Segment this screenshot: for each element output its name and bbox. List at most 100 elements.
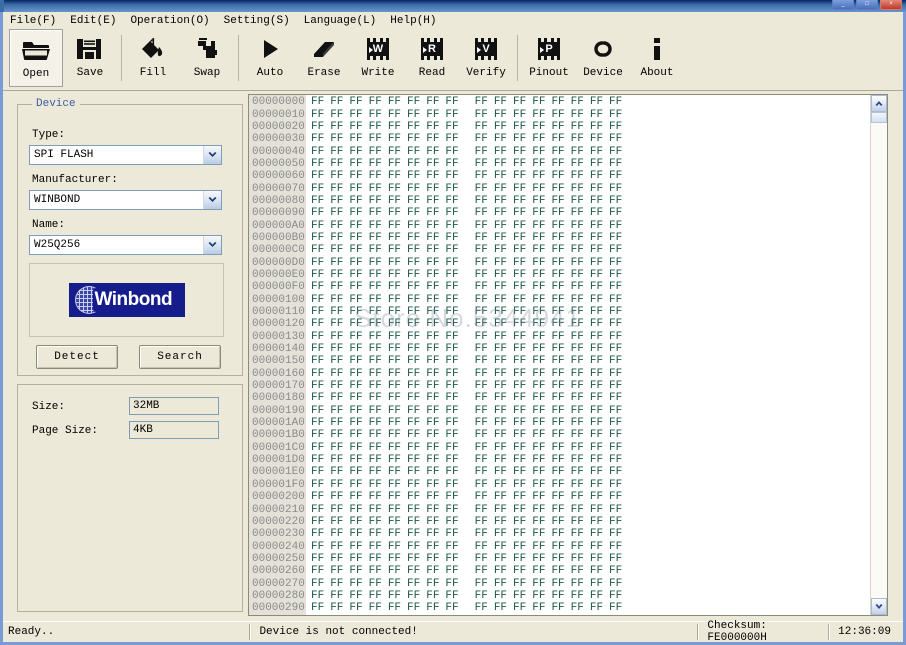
hex-byte[interactable]: FF bbox=[369, 442, 388, 454]
hex-byte[interactable]: FF bbox=[426, 602, 445, 614]
hex-byte[interactable]: FF bbox=[532, 541, 551, 553]
hex-byte[interactable]: FF bbox=[571, 109, 590, 121]
hex-byte[interactable]: FF bbox=[551, 602, 570, 614]
hex-byte[interactable]: FF bbox=[609, 355, 628, 367]
toolbar-button-pinout[interactable]: P Pinout bbox=[522, 29, 576, 87]
hex-byte[interactable]: FF bbox=[590, 183, 609, 195]
hex-byte[interactable]: FF bbox=[475, 207, 494, 219]
hex-byte[interactable]: FF bbox=[445, 294, 464, 306]
hex-byte[interactable]: FF bbox=[349, 355, 368, 367]
hex-byte[interactable]: FF bbox=[311, 590, 330, 602]
hex-byte[interactable]: FF bbox=[330, 257, 349, 269]
hex-byte[interactable]: FF bbox=[311, 392, 330, 404]
hex-byte[interactable]: FF bbox=[532, 405, 551, 417]
hex-byte[interactable]: FF bbox=[571, 158, 590, 170]
hex-byte[interactable]: FF bbox=[609, 244, 628, 256]
hex-byte[interactable]: FF bbox=[311, 578, 330, 590]
hex-byte[interactable]: FF bbox=[494, 479, 513, 491]
hex-byte[interactable]: FF bbox=[349, 541, 368, 553]
hex-byte[interactable]: FF bbox=[388, 602, 407, 614]
hex-row[interactable]: 000000E0 FF FF FF FF FF FF FF FF FF FF FF FF FF FF FF FF bbox=[249, 269, 870, 281]
hex-byte[interactable]: FF bbox=[445, 257, 464, 269]
hex-byte[interactable]: FF bbox=[513, 343, 532, 355]
hex-byte[interactable]: FF bbox=[475, 479, 494, 491]
hex-byte[interactable]: FF bbox=[388, 466, 407, 478]
hex-row[interactable]: 00000070 FF FF FF FF FF FF FF FF FF FF FF FF FF FF FF FF bbox=[249, 182, 870, 195]
hex-byte[interactable]: FF bbox=[426, 207, 445, 219]
hex-byte[interactable]: FF bbox=[407, 257, 426, 269]
hex-byte[interactable]: FF bbox=[407, 578, 426, 590]
hex-byte[interactable]: FF bbox=[445, 368, 464, 380]
hex-byte[interactable]: FF bbox=[475, 232, 494, 244]
hex-byte[interactable]: FF bbox=[445, 331, 464, 343]
hex-row[interactable]: 000000B0 FF FF FF FF FF FF FF FF FF FF FF FF FF FF FF FF bbox=[249, 232, 870, 244]
hex-byte[interactable]: FF bbox=[330, 553, 349, 565]
hex-byte[interactable]: FF bbox=[311, 232, 330, 244]
hex-byte[interactable]: FF bbox=[475, 195, 494, 207]
hex-byte[interactable]: FF bbox=[330, 195, 349, 207]
toolbar-button-swap[interactable]: Swap bbox=[180, 29, 234, 87]
hex-byte[interactable]: FF bbox=[494, 504, 513, 516]
hex-byte[interactable]: FF bbox=[571, 244, 590, 256]
hex-byte[interactable]: FF bbox=[532, 417, 551, 429]
hex-byte[interactable]: FF bbox=[571, 442, 590, 454]
toolbar-button-device[interactable]: Device bbox=[576, 29, 630, 87]
hex-byte[interactable]: FF bbox=[609, 429, 628, 441]
hex-row[interactable]: 00000080 FF FF FF FF FF FF FF FF FF FF FF FF FF FF FF FF bbox=[249, 195, 870, 207]
hex-byte[interactable]: FF bbox=[590, 491, 609, 503]
hex-byte[interactable]: FF bbox=[494, 590, 513, 602]
hex-byte[interactable]: FF bbox=[609, 491, 628, 503]
hex-byte[interactable]: FF bbox=[571, 516, 590, 528]
chevron-down-icon[interactable] bbox=[203, 146, 221, 164]
hex-byte[interactable]: FF bbox=[494, 442, 513, 454]
hex-byte[interactable]: FF bbox=[513, 368, 532, 380]
hex-byte[interactable]: FF bbox=[590, 466, 609, 478]
hex-byte[interactable]: FF bbox=[590, 269, 609, 281]
hex-byte[interactable]: FF bbox=[609, 318, 628, 330]
hex-byte[interactable]: FF bbox=[445, 306, 464, 318]
hex-byte[interactable]: FF bbox=[369, 602, 388, 614]
search-button[interactable]: Search bbox=[139, 345, 221, 369]
hex-byte[interactable]: FF bbox=[532, 380, 551, 392]
hex-byte[interactable]: FF bbox=[445, 343, 464, 355]
hex-bytes[interactable]: FF FF FF FF FF FF FF FF FF FF FF FF FF FF FF FF bbox=[306, 331, 628, 343]
hex-byte[interactable]: FF bbox=[494, 183, 513, 195]
hex-byte[interactable]: FF bbox=[513, 355, 532, 367]
hex-byte[interactable]: FF bbox=[426, 244, 445, 256]
hex-byte[interactable]: FF bbox=[330, 294, 349, 306]
hex-bytes[interactable]: FF FF FF FF FF FF FF FF FF FF FF FF FF FF FF FF bbox=[306, 232, 628, 244]
hex-byte[interactable]: FF bbox=[513, 528, 532, 540]
hex-byte[interactable]: FF bbox=[426, 516, 445, 528]
hex-byte[interactable]: FF bbox=[475, 146, 494, 158]
hex-byte[interactable]: FF bbox=[426, 380, 445, 392]
hex-byte[interactable]: FF bbox=[609, 294, 628, 306]
hex-byte[interactable]: FF bbox=[311, 541, 330, 553]
hex-byte[interactable]: FF bbox=[571, 269, 590, 281]
hex-byte[interactable]: FF bbox=[475, 158, 494, 170]
hex-byte[interactable]: FF bbox=[475, 528, 494, 540]
hex-byte[interactable]: FF bbox=[532, 170, 551, 182]
hex-byte[interactable]: FF bbox=[571, 170, 590, 182]
hex-byte[interactable]: FF bbox=[513, 96, 532, 108]
hex-byte[interactable]: FF bbox=[330, 368, 349, 380]
hex-bytes[interactable]: FF FF FF FF FF FF FF FF FF FF FF FF FF FF FF FF bbox=[306, 504, 628, 516]
hex-byte[interactable]: FF bbox=[330, 220, 349, 232]
hex-byte[interactable]: FF bbox=[330, 146, 349, 158]
hex-bytes[interactable]: FF FF FF FF FF FF FF FF FF FF FF FF FF FF FF FF bbox=[306, 405, 628, 417]
hex-byte[interactable]: FF bbox=[407, 158, 426, 170]
hex-byte[interactable]: FF bbox=[551, 281, 570, 293]
hex-byte[interactable]: FF bbox=[475, 269, 494, 281]
hex-byte[interactable]: FF bbox=[445, 578, 464, 590]
hex-byte[interactable]: FF bbox=[388, 318, 407, 330]
hex-byte[interactable]: FF bbox=[349, 429, 368, 441]
hex-row[interactable]: 000000A0 FF FF FF FF FF FF FF FF FF FF FF FF FF FF FF FF bbox=[249, 219, 870, 232]
hex-byte[interactable]: FF bbox=[571, 133, 590, 145]
hex-byte[interactable]: FF bbox=[475, 590, 494, 602]
hex-row[interactable]: 000001C0 FF FF FF FF FF FF FF FF FF FF FF FF FF FF FF FF bbox=[249, 442, 870, 454]
hex-byte[interactable]: FF bbox=[407, 602, 426, 614]
hex-byte[interactable]: FF bbox=[349, 392, 368, 404]
hex-byte[interactable]: FF bbox=[571, 553, 590, 565]
hex-byte[interactable]: FF bbox=[609, 331, 628, 343]
hex-byte[interactable]: FF bbox=[330, 281, 349, 293]
hex-byte[interactable]: FF bbox=[590, 528, 609, 540]
